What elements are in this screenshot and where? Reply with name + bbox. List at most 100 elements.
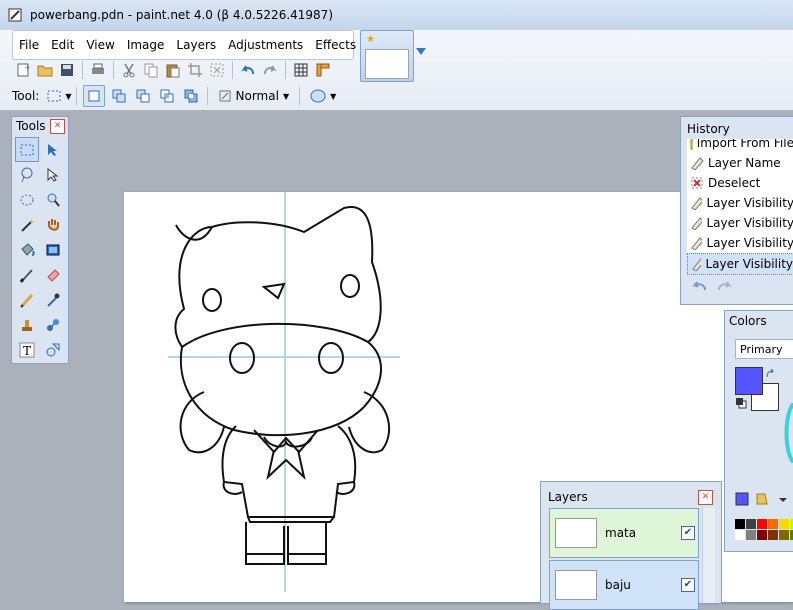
ellipse-select-tool-icon[interactable] bbox=[15, 187, 39, 212]
selection-mode-exclude-icon[interactable] bbox=[133, 86, 153, 106]
document-tab[interactable]: ★ bbox=[360, 30, 414, 82]
selection-quality-icon bbox=[219, 90, 231, 102]
primary-color-swatch[interactable] bbox=[735, 367, 763, 395]
tools-close-icon[interactable]: ✕ bbox=[50, 119, 65, 134]
layer-properties-icon bbox=[691, 197, 703, 210]
layer-row-baju[interactable]: baju ✔ bbox=[549, 560, 699, 610]
antialias-arrow-icon: ▼ bbox=[330, 91, 337, 101]
history-item-label: Layer Visibility bbox=[706, 216, 793, 230]
gradient-tool-icon[interactable] bbox=[41, 237, 65, 262]
cut-icon[interactable] bbox=[118, 59, 140, 81]
tools-grid: T bbox=[15, 137, 65, 362]
redo-icon[interactable] bbox=[259, 59, 281, 81]
undo-icon[interactable] bbox=[237, 59, 259, 81]
blend-mode-label: Normal bbox=[235, 89, 279, 103]
paste-icon[interactable] bbox=[162, 59, 184, 81]
copy-icon[interactable] bbox=[140, 59, 162, 81]
paintbrush-tool-icon[interactable] bbox=[15, 262, 39, 287]
color-selector-dropdown[interactable]: Primary bbox=[735, 339, 793, 359]
deselect-icon bbox=[691, 177, 703, 189]
colors-window: Colors Primary bbox=[724, 310, 793, 552]
menu-image[interactable]: Image bbox=[121, 32, 171, 58]
current-tool-select-icon[interactable] bbox=[43, 85, 65, 107]
reset-colors-icon[interactable] bbox=[735, 397, 747, 409]
import-file-icon bbox=[690, 139, 693, 150]
history-window-title: History bbox=[687, 122, 730, 136]
history-undo-icon[interactable] bbox=[691, 279, 707, 293]
ruler-icon[interactable] bbox=[312, 59, 334, 81]
antialias-dropdown[interactable]: ▼ bbox=[304, 88, 342, 104]
menu-view[interactable]: View bbox=[80, 32, 120, 58]
print-icon[interactable] bbox=[87, 59, 109, 81]
zoom-tool-icon[interactable] bbox=[41, 187, 65, 212]
layer-visibility-checkbox[interactable]: ✔ bbox=[681, 578, 695, 592]
menu-file[interactable]: File bbox=[13, 32, 45, 58]
history-item[interactable]: Layer Visibility bbox=[687, 233, 793, 253]
history-item-selected[interactable]: Layer Visibility bbox=[687, 253, 793, 275]
paint-bucket-tool-icon[interactable] bbox=[15, 237, 39, 262]
layer-properties-icon bbox=[692, 258, 702, 271]
history-item-label: Import From File bbox=[696, 139, 793, 150]
pan-tool-icon[interactable] bbox=[41, 212, 65, 237]
clone-stamp-tool-icon[interactable] bbox=[15, 312, 39, 337]
svg-text:+: + bbox=[24, 63, 31, 72]
layer-visibility-checkbox[interactable]: ✔ bbox=[681, 526, 695, 540]
blend-mode-dropdown[interactable]: Normal ▼ bbox=[212, 89, 296, 103]
pencil-tool-icon[interactable] bbox=[15, 287, 39, 312]
layers-close-icon[interactable]: ✕ bbox=[698, 490, 713, 505]
layer-row-mata[interactable]: mata ✔ bbox=[549, 508, 699, 558]
tab-list-arrow-icon[interactable] bbox=[416, 48, 426, 56]
layers-scrollbar[interactable] bbox=[702, 508, 715, 603]
history-item[interactable]: Deselect bbox=[687, 173, 793, 193]
move-selection-tool-icon[interactable] bbox=[41, 162, 65, 187]
color-picker-tool-icon[interactable] bbox=[41, 287, 65, 312]
color-wheel-icon[interactable] bbox=[780, 403, 793, 463]
layer-properties-icon bbox=[691, 237, 703, 250]
deselect-icon[interactable] bbox=[206, 59, 228, 81]
menu-bar: File Edit View Image Layers Adjustments … bbox=[12, 30, 356, 60]
history-item[interactable]: Import From File bbox=[687, 139, 793, 153]
history-controls bbox=[691, 279, 733, 293]
crop-icon[interactable] bbox=[184, 59, 206, 81]
history-item[interactable]: Layer Name bbox=[687, 153, 793, 173]
colors-window-title: Colors bbox=[729, 314, 767, 328]
unsaved-star-icon: ★ bbox=[366, 34, 375, 45]
selection-mode-xor-icon[interactable] bbox=[181, 86, 201, 106]
history-item-label: Layer Name bbox=[708, 156, 781, 170]
selection-mode-intersect-icon[interactable] bbox=[157, 86, 177, 106]
magic-wand-tool-icon[interactable] bbox=[15, 212, 39, 237]
eraser-tool-icon[interactable] bbox=[41, 262, 65, 287]
menu-layers[interactable]: Layers bbox=[170, 32, 222, 58]
document-thumbnail bbox=[365, 49, 409, 79]
menu-edit[interactable]: Edit bbox=[45, 32, 80, 58]
lasso-select-tool-icon[interactable] bbox=[15, 162, 39, 187]
menu-adjustments[interactable]: Adjustments bbox=[222, 32, 309, 58]
color-palette[interactable] bbox=[735, 519, 793, 540]
palette-tools bbox=[735, 492, 787, 506]
shapes-tool-icon[interactable] bbox=[41, 337, 65, 362]
blend-mode-arrow-icon: ▼ bbox=[282, 91, 290, 101]
recolor-tool-icon[interactable] bbox=[41, 312, 65, 337]
history-item[interactable]: Layer Visibility bbox=[687, 193, 793, 213]
antialias-icon bbox=[310, 89, 326, 103]
selection-mode-replace-icon[interactable] bbox=[82, 85, 105, 107]
window-title: powerbang.pdn - paint.net 4.0 (β 4.0.522… bbox=[30, 8, 333, 22]
layers-window-title-text: Layers bbox=[548, 490, 588, 504]
selection-mode-union-icon[interactable] bbox=[109, 86, 129, 106]
grid-icon[interactable] bbox=[290, 59, 312, 81]
tool-label: Tool: bbox=[12, 89, 40, 103]
title-bar: powerbang.pdn - paint.net 4.0 (β 4.0.522… bbox=[0, 0, 793, 31]
save-icon[interactable] bbox=[56, 59, 78, 81]
rectangle-select-tool-icon[interactable] bbox=[15, 137, 39, 162]
paintnet-app-icon bbox=[8, 8, 22, 22]
history-redo-icon[interactable] bbox=[717, 279, 733, 293]
text-tool-icon[interactable]: T bbox=[15, 337, 39, 362]
layers-window-title: Layers ✕ bbox=[541, 482, 721, 508]
move-selected-pixels-tool-icon[interactable] bbox=[41, 137, 65, 162]
history-item[interactable]: Layer Visibility bbox=[687, 213, 793, 233]
tool-dropdown-arrow-icon[interactable]: ▼ bbox=[65, 92, 71, 101]
menu-effects[interactable]: Effects bbox=[309, 32, 362, 58]
open-folder-icon[interactable] bbox=[34, 59, 56, 81]
swap-colors-icon[interactable] bbox=[765, 369, 775, 379]
new-file-icon[interactable]: + bbox=[12, 59, 34, 81]
